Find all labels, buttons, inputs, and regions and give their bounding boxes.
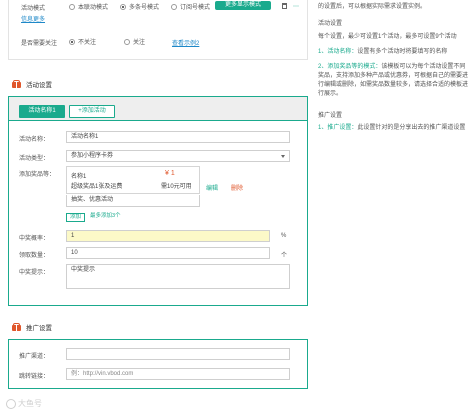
help-item3: 1、推广设置：此设置针对的是分享出去的推广渠道设置 — [318, 125, 466, 131]
follow-radio-group: 不关注 关注 — [69, 37, 157, 46]
follow-example-link[interactable]: 查看示例2 — [172, 38, 199, 47]
limit-input[interactable]: 10 — [66, 247, 270, 259]
help-item1: 1、活动名称：设置有多个活动时将要填写的名称 — [318, 49, 448, 55]
radio-icon[interactable] — [69, 3, 75, 10]
event-name-label: 活动名称： — [19, 137, 50, 143]
follow-option-yes[interactable]: 关注 — [124, 37, 145, 46]
radio-icon[interactable] — [171, 3, 178, 10]
prize-tip-field[interactable]: 抽奖、优惠活动 — [66, 195, 200, 207]
help-sec1-body: 每个设置，最少可设置1个活动，最多可设置9个活动 — [318, 34, 457, 40]
radio-checked-icon[interactable] — [69, 38, 75, 45]
gift-icon — [12, 80, 21, 88]
radio-icon[interactable] — [124, 38, 131, 45]
prize-product-card: 名称1 超级奖品1张及运费 ¥ 1 需10元可用 — [66, 166, 200, 194]
limit-unit: 个 — [281, 253, 288, 259]
help-sec1-title: 活动设置 — [318, 21, 343, 27]
event-type-select[interactable]: 参加小程序卡券 — [66, 150, 290, 162]
mode-label: 活动模式 — [21, 6, 46, 12]
prize-limit-tip: 最多添加3个 — [87, 213, 124, 222]
product-sub: 超级奖品1张及运费 — [71, 184, 123, 190]
tips-textarea[interactable]: 中奖提示 — [66, 264, 290, 289]
tab-event-1[interactable]: 活动名称1 — [19, 105, 65, 118]
add-prize-button[interactable]: 添加 — [66, 213, 86, 222]
mode-option-3[interactable]: 订阅号模式 — [171, 2, 210, 11]
limit-label: 领取数量： — [19, 253, 50, 259]
promo-section-title: 推广设置 — [26, 325, 52, 332]
watermark-logo-icon — [6, 398, 16, 409]
radio-checked-icon[interactable] — [120, 3, 127, 10]
promo-channel-input[interactable] — [66, 348, 290, 360]
mode-option-2[interactable]: 多条号模式 — [120, 2, 159, 11]
prize-label: 添加奖品等： — [19, 172, 56, 178]
rate-label: 中奖概率： — [19, 236, 50, 242]
promo-label: 推广渠道： — [19, 354, 50, 360]
help-panel: 的设置后，可以根据实际需求设置实例。 活动设置 每个设置，最少可设置1个活动，最… — [318, 0, 475, 417]
mode-option-1[interactable]: 本联动模式 — [69, 2, 108, 11]
edit-prize-link[interactable]: 编辑 — [206, 183, 218, 192]
delete-icon[interactable] — [282, 3, 287, 9]
help-item2: 2、添加奖品等的模式：该模板可以为每个活动设置不同奖品，支持添加多种产品或优惠券… — [318, 64, 469, 97]
promo-section-header: 推广设置 — [12, 322, 52, 332]
delete-prize-link[interactable]: 删除 — [231, 183, 243, 192]
help-sec2-title: 推广设置 — [318, 113, 343, 119]
mode-info-link[interactable]: 信息更多 — [21, 14, 45, 23]
rate-unit: % — [281, 233, 287, 239]
product-price-note: 需10元可用 — [161, 184, 192, 190]
product-title: 名称1 — [71, 174, 87, 180]
follow-option-no[interactable]: 不关注 — [69, 37, 96, 46]
gift-icon — [12, 323, 21, 331]
watermark: 大鱼号 — [6, 398, 42, 409]
help-intro: 的设置后，可以根据实际需求设置实例。 — [318, 4, 427, 10]
mode-settings-card: 活动模式 本联动模式 多条号模式 订阅号模式 更多显示模式 ⋯ 信息更多 是否需… — [8, 0, 308, 60]
rate-input[interactable]: 1 — [66, 230, 270, 242]
add-event-button[interactable]: +添加活动 — [69, 105, 115, 118]
link-label: 跳转链接： — [19, 374, 50, 380]
event-section-header: 活动设置 — [12, 79, 52, 89]
more-icon[interactable]: ⋯ — [293, 3, 299, 10]
event-settings-card: 活动名称1 +添加活动 活动名称： 活动名称1 活动类型： 参加小程序卡券 添加… — [8, 96, 308, 306]
left-panel: 活动模式 本联动模式 多条号模式 订阅号模式 更多显示模式 ⋯ 信息更多 是否需… — [0, 0, 315, 417]
event-type-label: 活动类型： — [19, 156, 50, 162]
more-modes-tab[interactable]: 更多显示模式 — [215, 1, 271, 10]
mode-radio-group: 本联动模式 多条号模式 订阅号模式 — [69, 2, 222, 11]
promo-settings-card: 推广渠道： 跳转链接： 例：http://vin.vbod.com — [8, 339, 308, 389]
follow-label: 是否需要关注 — [21, 41, 58, 47]
tips-label: 中奖提示： — [19, 270, 50, 276]
event-section-title: 活动设置 — [26, 82, 52, 89]
jump-link-input[interactable]: 例：http://vin.vbod.com — [66, 368, 290, 380]
event-name-input[interactable]: 活动名称1 — [66, 131, 290, 143]
chevron-down-icon — [281, 155, 285, 158]
product-price: ¥ 1 — [165, 170, 175, 177]
